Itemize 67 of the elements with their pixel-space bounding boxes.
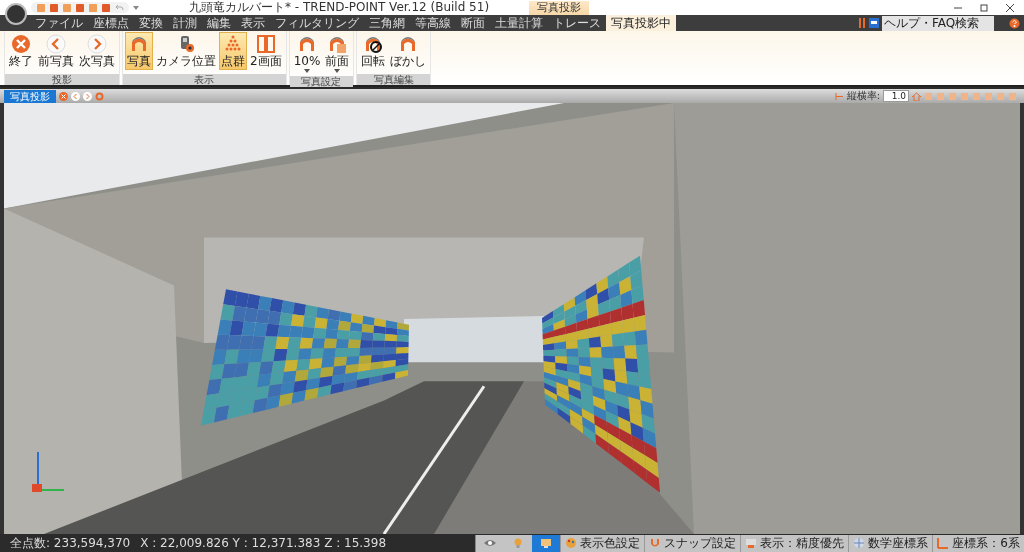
view-toggle-button[interactable] — [532, 534, 561, 552]
arch-icon — [129, 34, 149, 54]
chevron-right-icon — [87, 34, 107, 54]
help-search-field[interactable]: ヘルプ・FAQ検索 — [882, 15, 994, 31]
aspect-ratio-label: 縦横率: — [846, 89, 880, 103]
menu-tab[interactable]: 表示 — [236, 15, 270, 31]
menu-tab[interactable]: 変換 — [134, 15, 168, 31]
magnet-icon — [649, 537, 662, 549]
ribbon-group-title: 投影 — [5, 74, 119, 85]
close-icon — [11, 34, 31, 54]
ribbon-button[interactable]: 終了 — [7, 32, 35, 70]
menu-tab[interactable]: 断面 — [456, 15, 490, 31]
ribbon-button[interactable]: 回転 — [359, 32, 388, 70]
ribbon-group-title: 表示 — [123, 74, 286, 85]
aspect-ratio-spinner[interactable]: 1.0 — [883, 90, 909, 102]
home-icon[interactable] — [912, 91, 921, 101]
eye-icon — [484, 537, 497, 549]
ruler-icon[interactable] — [834, 91, 844, 101]
status-button[interactable]: 数学座標系 — [848, 534, 933, 552]
menu-tab[interactable]: 編集 — [202, 15, 236, 31]
context-tab-label: 写真投影 — [529, 0, 590, 15]
menu-tab[interactable]: 三角網 — [364, 15, 410, 31]
palette-icon — [565, 537, 578, 549]
ribbon-button[interactable]: ぼかし — [388, 32, 429, 70]
ribbon-button[interactable]: 10% — [291, 32, 323, 75]
monitor-icon — [540, 537, 553, 549]
layer-front-icon — [327, 34, 348, 54]
view-tab[interactable]: 写真投影 — [4, 89, 56, 103]
axes-icon — [937, 537, 950, 549]
undo-icon[interactable] — [114, 2, 124, 13]
restore-icon[interactable] — [980, 3, 988, 12]
menu-tab[interactable]: フィルタリング — [270, 15, 364, 31]
chevron-right-icon[interactable] — [83, 91, 92, 101]
close-icon[interactable] — [1006, 3, 1014, 12]
ribbon-button[interactable]: 点群 — [219, 32, 247, 70]
app-logo-icon[interactable] — [5, 3, 27, 25]
menu-tab[interactable]: 座標点 — [88, 15, 134, 31]
coordinates-label: X : 22,009.826 Y : 12,371.383 Z : 15.398 — [140, 536, 387, 550]
display-icon — [745, 537, 758, 549]
chevron-left-icon[interactable] — [71, 91, 80, 101]
qa-icon[interactable] — [869, 18, 879, 28]
menu-tab[interactable]: トレース — [548, 15, 606, 31]
ribbon-button[interactable]: 前面 — [323, 32, 352, 75]
window-title: 九頭竜カルバート* - TREND-POINT Ver.12 (Build 51) — [189, 0, 490, 16]
ribbon-group-title: 写真編集 — [357, 74, 431, 85]
ribbon-group-title: 写真設定 — [289, 76, 354, 87]
menu-tab[interactable]: 土量計算 — [490, 15, 548, 31]
status-button[interactable]: 表示色設定 — [560, 534, 645, 552]
ribbon-button[interactable]: 写真 — [125, 32, 153, 70]
menu-tab[interactable]: 計測 — [168, 15, 202, 31]
rotate-icon — [363, 34, 384, 54]
chevron-left-icon — [46, 34, 66, 54]
help-icon[interactable] — [1009, 17, 1020, 29]
ribbon-button[interactable]: 次写真 — [77, 32, 117, 70]
status-button[interactable]: スナップ設定 — [644, 534, 741, 552]
globe-icon — [853, 537, 866, 549]
status-button[interactable]: 座標系：6系 — [932, 534, 1024, 552]
caret-icon[interactable] — [133, 4, 139, 11]
ribbon-button[interactable]: 前写真 — [36, 32, 76, 70]
menu-tab[interactable]: ファイル — [30, 15, 88, 31]
ribbon-button[interactable]: 2画面 — [248, 32, 284, 70]
menu-tab[interactable]: 写真投影中 — [606, 15, 676, 31]
split-view-icon — [255, 34, 276, 54]
point-count-label: 全点数: 233,594,370 — [10, 534, 131, 552]
menu-tab[interactable]: 等高線 — [410, 15, 456, 31]
ribbon-button[interactable]: カメラ位置 — [154, 32, 218, 70]
status-button[interactable]: 表示：精度優先 — [740, 534, 849, 552]
